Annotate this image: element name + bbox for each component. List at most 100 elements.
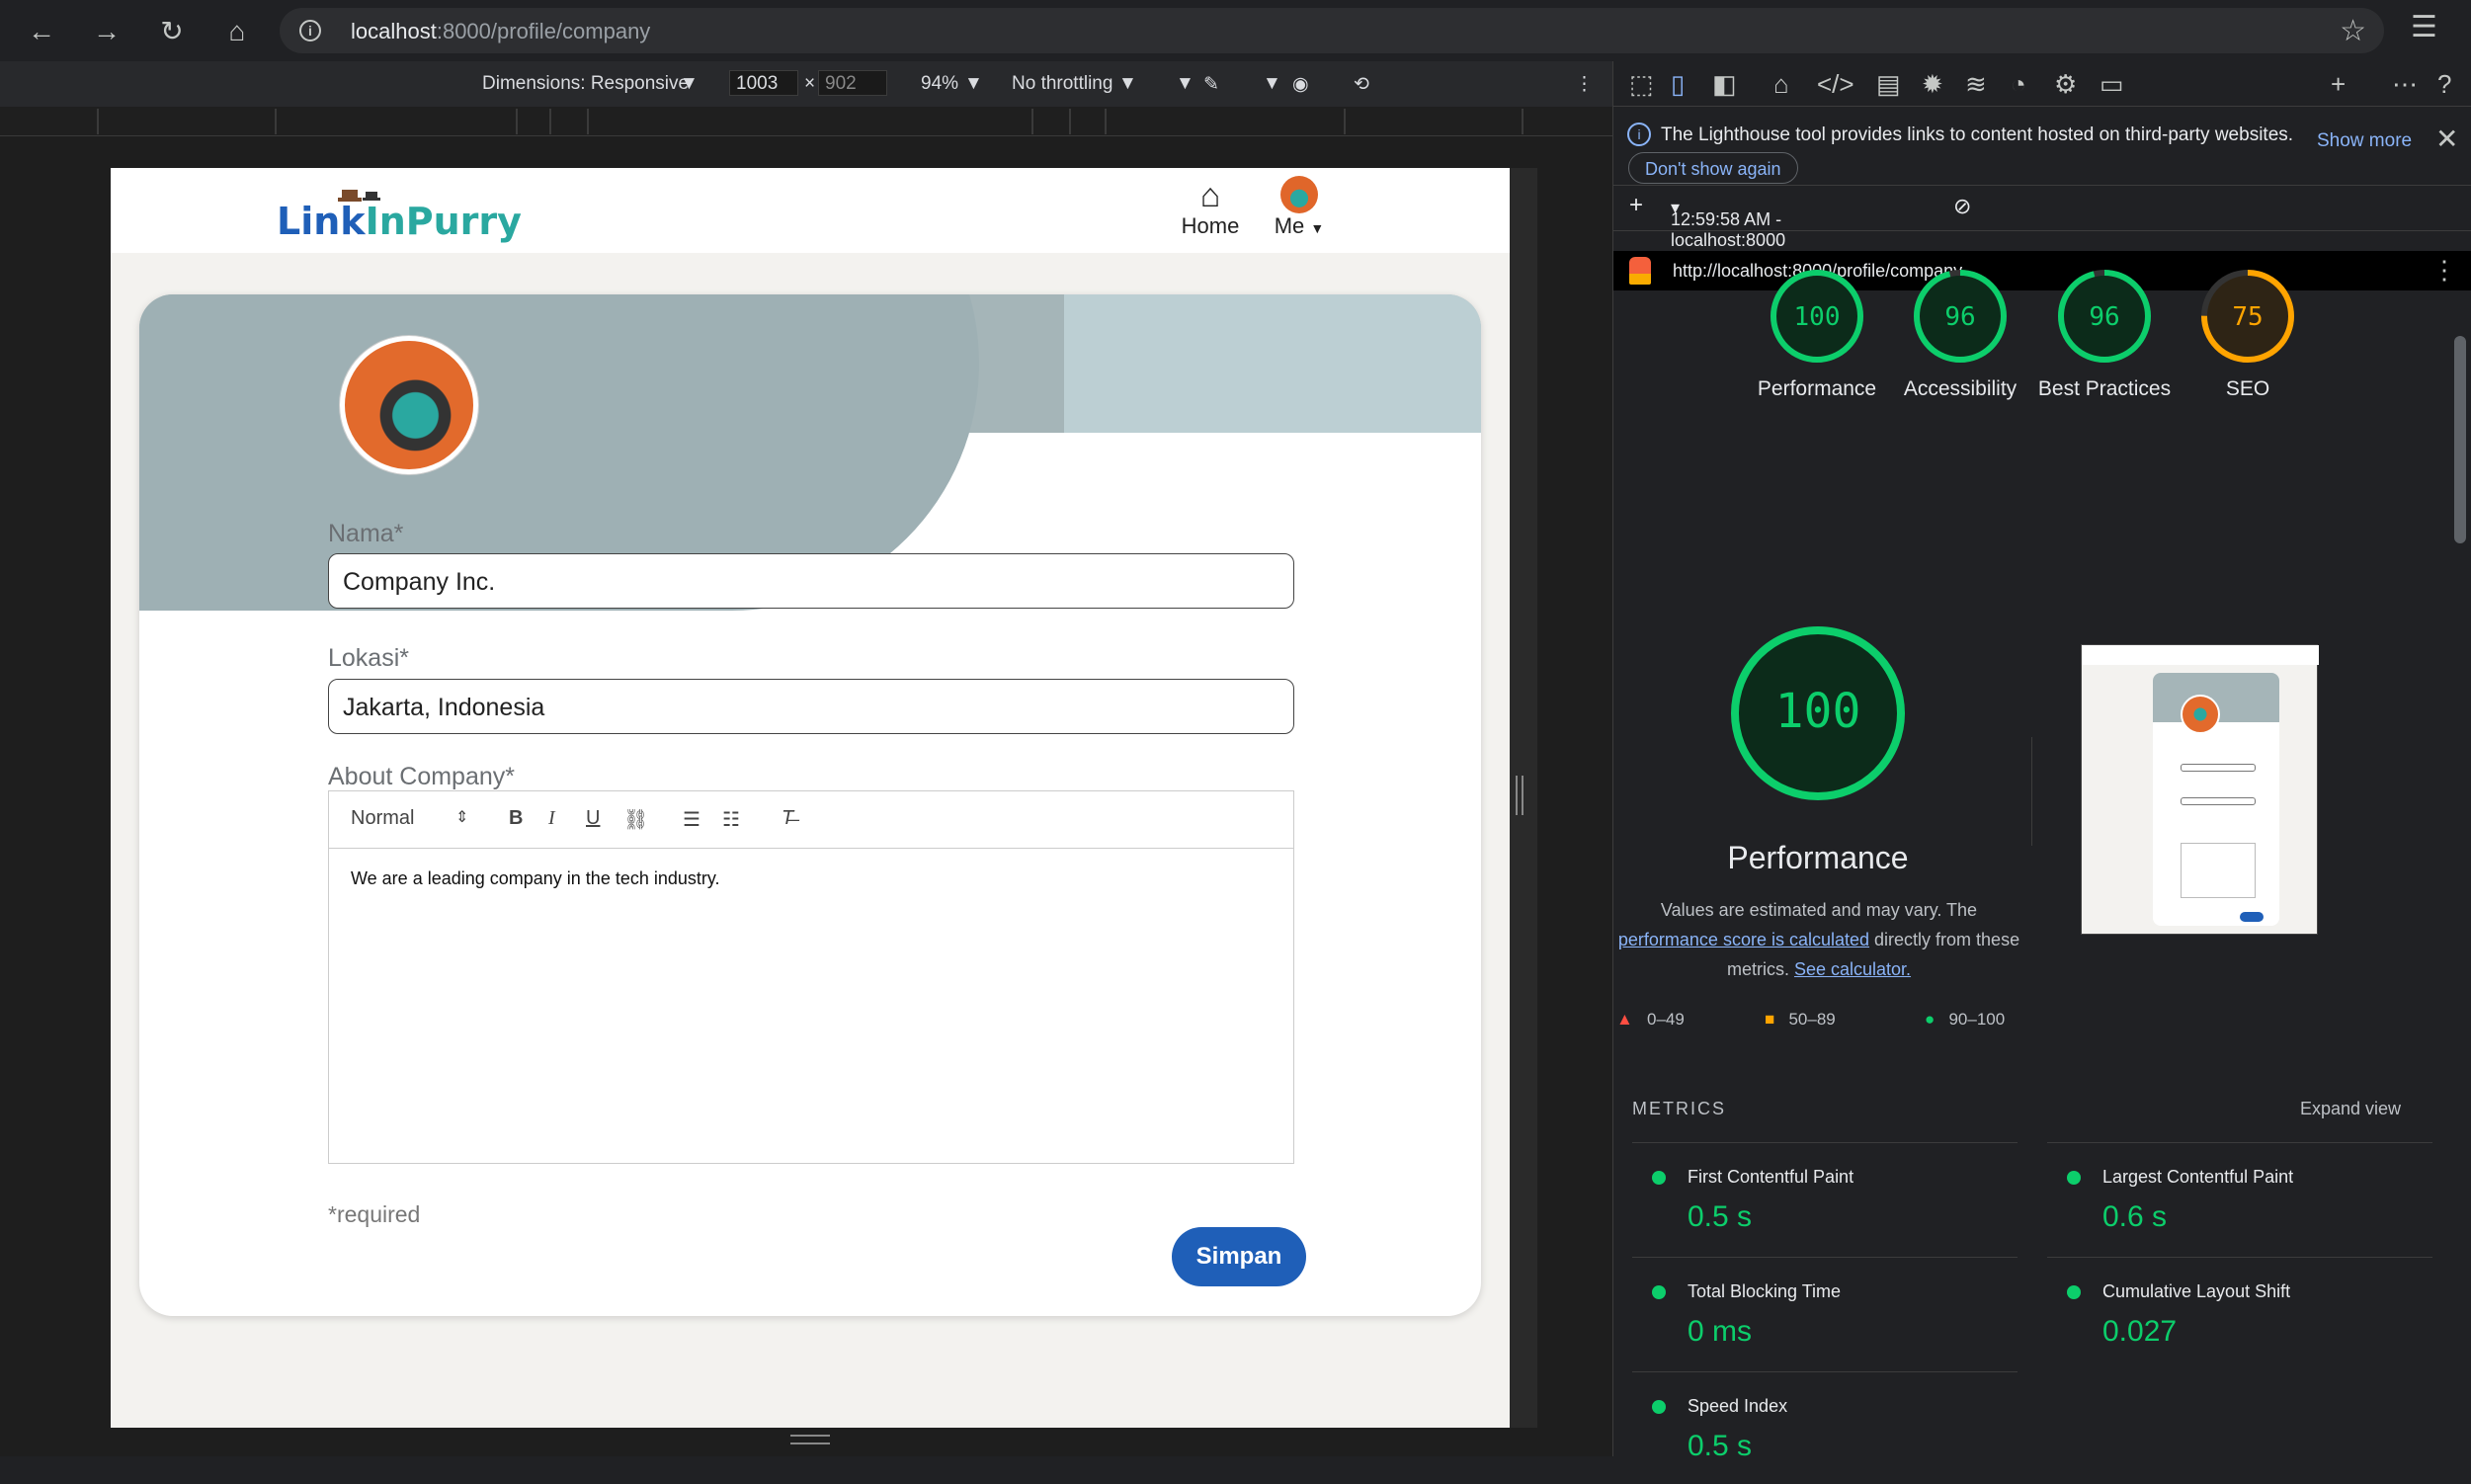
close-icon[interactable]: ✕ [2435, 123, 2458, 155]
metric-si: Speed Index 0.5 s [1632, 1371, 2018, 1484]
bookmark-star-icon[interactable]: ☆ [2340, 14, 2366, 48]
link-icon[interactable]: ⛓ [623, 807, 648, 832]
see-calculator-link[interactable]: See calculator. [1794, 959, 1911, 979]
score-gauge-best-practices[interactable]: 96 Best Practices [2035, 267, 2174, 403]
more-tools-icon[interactable]: ⋯ [2392, 69, 2418, 100]
metrics-heading: METRICS [1632, 1099, 1726, 1118]
circle-icon: ● [1925, 1010, 1936, 1029]
location-input[interactable]: Jakarta, Indonesia [328, 679, 1294, 734]
site-logo[interactable]: LinkInPurry [277, 200, 522, 243]
url-text[interactable]: localhost:8000/profile/company [351, 19, 650, 44]
elements-icon[interactable]: </> [1817, 69, 1854, 100]
sources-icon[interactable]: ✹ [1922, 69, 1943, 100]
network-icon[interactable]: ≋ [1965, 69, 1987, 100]
inspect-icon[interactable]: ⬚ [1629, 69, 1654, 100]
metric-value: 0.5 s [1688, 1430, 1753, 1462]
dock-icon[interactable]: ◧ [1712, 69, 1737, 100]
forward-icon[interactable]: → [87, 12, 126, 51]
performance-icon[interactable]: ◔ [2011, 69, 2026, 100]
metric-name: Cumulative Layout Shift [2102, 1281, 2291, 1301]
welcome-icon[interactable]: ⌂ [1773, 69, 1789, 100]
caret-down-icon: ▼ [1310, 220, 1325, 236]
score-gauge-accessibility[interactable]: 96 Accessibility [1891, 267, 2029, 403]
expand-view-button[interactable]: Expand view [2300, 1099, 2401, 1119]
clear-format-icon[interactable]: T̶ [782, 807, 793, 830]
show-more-link[interactable]: Show more [2317, 130, 2412, 152]
zoom-dropdown[interactable]: 94% [921, 73, 958, 95]
dimensions-dropdown[interactable]: Dimensions: Responsive [482, 73, 689, 95]
favorites-icon[interactable]: ☰ [2411, 10, 2437, 44]
profile-avatar[interactable] [340, 336, 478, 474]
underline-icon[interactable]: U [586, 807, 600, 830]
help-icon[interactable]: ? [2437, 69, 2451, 100]
metric-fcp: First Contentful Paint 0.5 s [1632, 1142, 2018, 1255]
bullet-list-icon[interactable]: ☷ [722, 807, 740, 832]
gauge-ring: 100 [1771, 270, 1863, 363]
devtools-tab-bar: ⬚ ▯ ◧ ⌂ </> ▤ ✹ ≋ ◔ ⚙ ▭ + ⋯ ? [1613, 61, 2471, 107]
clear-icon[interactable]: ⊘ [1953, 194, 1971, 219]
lighthouse-run-bar: + 12:59:58 AM - localhost:8000 ▾ ⊘ [1613, 186, 2471, 250]
bold-icon[interactable]: B [509, 807, 523, 830]
run-select[interactable]: 12:59:58 AM - localhost:8000 ▾ [1671, 198, 1785, 250]
devtools-scrollbar[interactable] [2454, 336, 2466, 543]
performance-big-gauge: 100 [1731, 626, 1905, 800]
logo-text-part2: InPurry [365, 200, 522, 243]
application-icon[interactable]: ▭ [2100, 69, 2124, 100]
throttling-dropdown[interactable]: No throttling [1012, 73, 1112, 95]
big-score-title: Performance [1727, 840, 1909, 875]
dont-show-again-button[interactable]: Don't show again [1628, 152, 1798, 184]
gauge-label: Best Practices [2037, 377, 2172, 400]
rotate-icon[interactable]: ⟲ [1354, 73, 1369, 96]
format-select[interactable]: Normal [351, 807, 414, 830]
gauge-label: SEO [2225, 377, 2270, 400]
editor-content[interactable]: We are a leading company in the tech ind… [351, 868, 720, 889]
plus-icon[interactable]: + [1629, 192, 1643, 219]
metric-cls: Cumulative Layout Shift 0.027 [2047, 1257, 2432, 1369]
info-message: The Lighthouse tool provides links to co… [1661, 124, 2294, 145]
score-gauge-seo[interactable]: 75 SEO [2179, 267, 2317, 403]
home-icon[interactable]: ⌂ [217, 12, 257, 51]
site-info-icon[interactable]: i [299, 20, 321, 41]
pass-dot-icon [1652, 1400, 1666, 1414]
bottom-resize-handle[interactable] [790, 1435, 830, 1444]
media-query-ruler [0, 107, 1612, 136]
final-screenshot-thumbnail[interactable] [2081, 644, 2319, 935]
viewport-scrollbar[interactable] [1510, 168, 1537, 1428]
name-input[interactable]: Company Inc. [328, 553, 1294, 609]
device-toggle-icon[interactable]: ▯ [1671, 69, 1685, 100]
ordered-list-icon[interactable]: ☰ [683, 807, 700, 832]
more-options-icon[interactable]: ⋮ [1575, 73, 1594, 96]
vision-icon[interactable]: ◉ [1292, 73, 1309, 96]
nav-me-menu[interactable]: Me ▼ [1265, 176, 1334, 239]
metric-value: 0.027 [2102, 1315, 2178, 1348]
chevron-down-icon[interactable]: ▼ [1176, 73, 1194, 95]
score-gauge-performance[interactable]: 100 Performance [1748, 267, 1886, 403]
italic-icon[interactable]: I [548, 807, 555, 830]
add-tool-icon[interactable]: + [2331, 69, 2346, 100]
address-bar[interactable]: i localhost:8000/profile/company ☆ [280, 8, 2384, 53]
gauge-label: Accessibility [1903, 377, 2018, 400]
report-menu-icon[interactable]: ⋮ [2431, 255, 2457, 286]
times-icon: × [804, 73, 816, 94]
nav-home-label: Home [1181, 213, 1240, 238]
gauge-ring: 96 [2058, 270, 2151, 363]
nav-home[interactable]: ⌂ Home [1176, 178, 1245, 239]
width-input[interactable]: 1003 [729, 70, 798, 96]
metric-lcp: Largest Contentful Paint 0.6 s [2047, 1142, 2432, 1255]
pass-dot-icon [1652, 1285, 1666, 1299]
lighthouse-icon [1629, 257, 1651, 285]
back-icon[interactable]: ← [22, 12, 61, 51]
resize-handle[interactable] [1516, 776, 1524, 815]
chevron-down-icon[interactable]: ▼ [964, 73, 983, 95]
height-input[interactable]: 902 [818, 70, 887, 96]
memory-icon[interactable]: ⚙ [2054, 69, 2077, 100]
about-label: About Company* [328, 763, 516, 790]
console-icon[interactable]: ▤ [1876, 69, 1901, 100]
reload-icon[interactable]: ↻ [152, 12, 192, 51]
eyedropper-icon[interactable]: ✎ [1203, 73, 1219, 96]
chevron-down-icon[interactable]: ▼ [680, 73, 699, 95]
score-calculated-link[interactable]: performance score is calculated [1618, 930, 1869, 949]
save-button[interactable]: Simpan [1172, 1227, 1306, 1286]
chevron-down-icon[interactable]: ▼ [1118, 73, 1137, 95]
chevron-down-icon[interactable]: ▼ [1263, 73, 1281, 95]
